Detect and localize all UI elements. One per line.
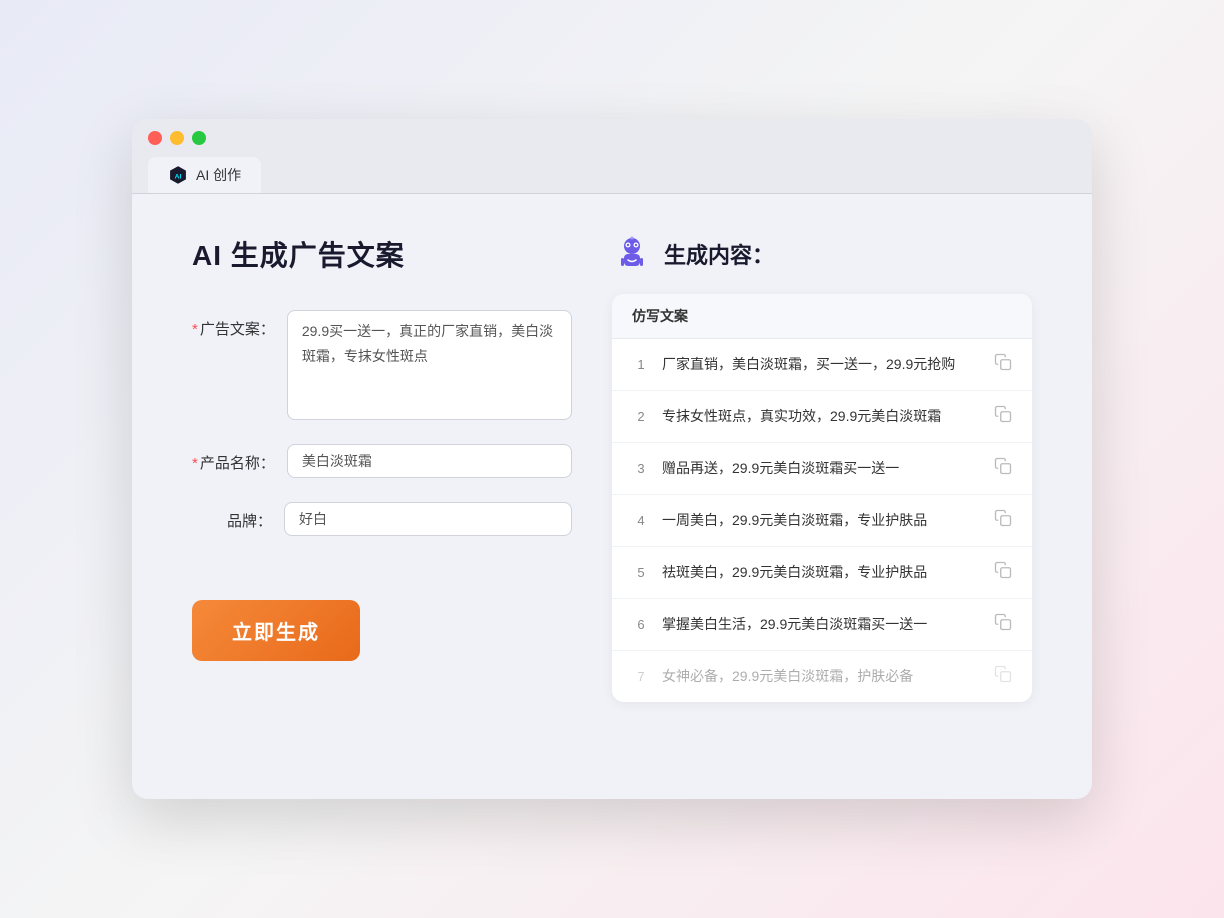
- table-row: 5 祛斑美白，29.9元美白淡斑霜，专业护肤品: [612, 547, 1032, 599]
- copy-icon[interactable]: [994, 613, 1012, 636]
- copy-icon[interactable]: [994, 457, 1012, 480]
- result-number: 3: [632, 461, 650, 476]
- copy-icon[interactable]: [994, 353, 1012, 376]
- brand-group: 品牌：: [192, 502, 572, 536]
- product-name-input[interactable]: [287, 444, 572, 478]
- result-text: 厂家直销，美白淡斑霜，买一送一，29.9元抢购: [662, 354, 982, 375]
- browser-content: AI 生成广告文案 *广告文案： 29.9买一送一，真正的厂家直销，美白淡斑霜，…: [132, 194, 1092, 742]
- table-row: 2 专抹女性斑点，真实功效，29.9元美白淡斑霜: [612, 391, 1032, 443]
- result-text: 女神必备，29.9元美白淡斑霜，护肤必备: [662, 666, 982, 687]
- copy-icon[interactable]: [994, 561, 1012, 584]
- results-table-header: 仿写文案: [612, 294, 1032, 339]
- ad-copy-input[interactable]: 29.9买一送一，真正的厂家直销，美白淡斑霜，专抹女性斑点: [287, 310, 572, 420]
- result-number: 5: [632, 565, 650, 580]
- copy-icon[interactable]: [994, 665, 1012, 688]
- svg-text:AI: AI: [175, 173, 182, 180]
- ad-copy-group: *广告文案： 29.9买一送一，真正的厂家直销，美白淡斑霜，专抹女性斑点: [192, 310, 572, 420]
- result-number: 1: [632, 357, 650, 372]
- ai-icon: AI: [168, 165, 188, 185]
- close-button[interactable]: [148, 131, 162, 145]
- robot-icon: [612, 234, 652, 274]
- results-title: 生成内容：: [664, 238, 774, 270]
- ad-copy-label: *广告文案：: [192, 310, 275, 339]
- table-row: 4 一周美白，29.9元美白淡斑霜，专业护肤品: [612, 495, 1032, 547]
- result-number: 2: [632, 409, 650, 424]
- right-panel: 生成内容： 仿写文案 1 厂家直销，美白淡斑霜，买一送一，29.9元抢购 2 专抹女性…: [612, 234, 1032, 702]
- result-number: 7: [632, 669, 650, 684]
- table-row: 3 赠品再送，29.9元美白淡斑霜买一送一: [612, 443, 1032, 495]
- required-star-1: *: [192, 321, 198, 338]
- traffic-lights: [148, 131, 1076, 145]
- tab-label: AI 创作: [196, 165, 241, 185]
- result-number: 4: [632, 513, 650, 528]
- result-text: 赠品再送，29.9元美白淡斑霜买一送一: [662, 458, 982, 479]
- browser-chrome: AI AI 创作: [132, 119, 1092, 194]
- product-name-group: *产品名称：: [192, 444, 572, 478]
- copy-icon[interactable]: [994, 405, 1012, 428]
- table-row: 6 掌握美白生活，29.9元美白淡斑霜买一送一: [612, 599, 1032, 651]
- generate-button[interactable]: 立即生成: [192, 600, 360, 661]
- results-table: 仿写文案 1 厂家直销，美白淡斑霜，买一送一，29.9元抢购 2 专抹女性斑点，真实功…: [612, 294, 1032, 702]
- page-title: AI 生成广告文案: [192, 234, 572, 274]
- browser-window: AI AI 创作 AI 生成广告文案 *广告文案： 29.9买一送一，真正的厂家…: [132, 119, 1092, 799]
- brand-label: 品牌：: [192, 502, 272, 531]
- table-row: 1 厂家直销，美白淡斑霜，买一送一，29.9元抢购: [612, 339, 1032, 391]
- tab-ai-create[interactable]: AI AI 创作: [148, 157, 261, 193]
- table-row: 7 女神必备，29.9元美白淡斑霜，护肤必备: [612, 651, 1032, 702]
- tabs-bar: AI AI 创作: [148, 157, 1076, 193]
- result-text: 祛斑美白，29.9元美白淡斑霜，专业护肤品: [662, 562, 982, 583]
- product-name-label: *产品名称：: [192, 444, 275, 473]
- required-star-2: *: [192, 455, 198, 472]
- left-panel: AI 生成广告文案 *广告文案： 29.9买一送一，真正的厂家直销，美白淡斑霜，…: [192, 234, 572, 702]
- result-number: 6: [632, 617, 650, 632]
- brand-input[interactable]: [284, 502, 572, 536]
- results-header: 生成内容：: [612, 234, 1032, 274]
- minimize-button[interactable]: [170, 131, 184, 145]
- result-text: 一周美白，29.9元美白淡斑霜，专业护肤品: [662, 510, 982, 531]
- results-list: 1 厂家直销，美白淡斑霜，买一送一，29.9元抢购 2 专抹女性斑点，真实功效，29.…: [612, 339, 1032, 702]
- result-text: 掌握美白生活，29.9元美白淡斑霜买一送一: [662, 614, 982, 635]
- maximize-button[interactable]: [192, 131, 206, 145]
- result-text: 专抹女性斑点，真实功效，29.9元美白淡斑霜: [662, 406, 982, 427]
- copy-icon[interactable]: [994, 509, 1012, 532]
